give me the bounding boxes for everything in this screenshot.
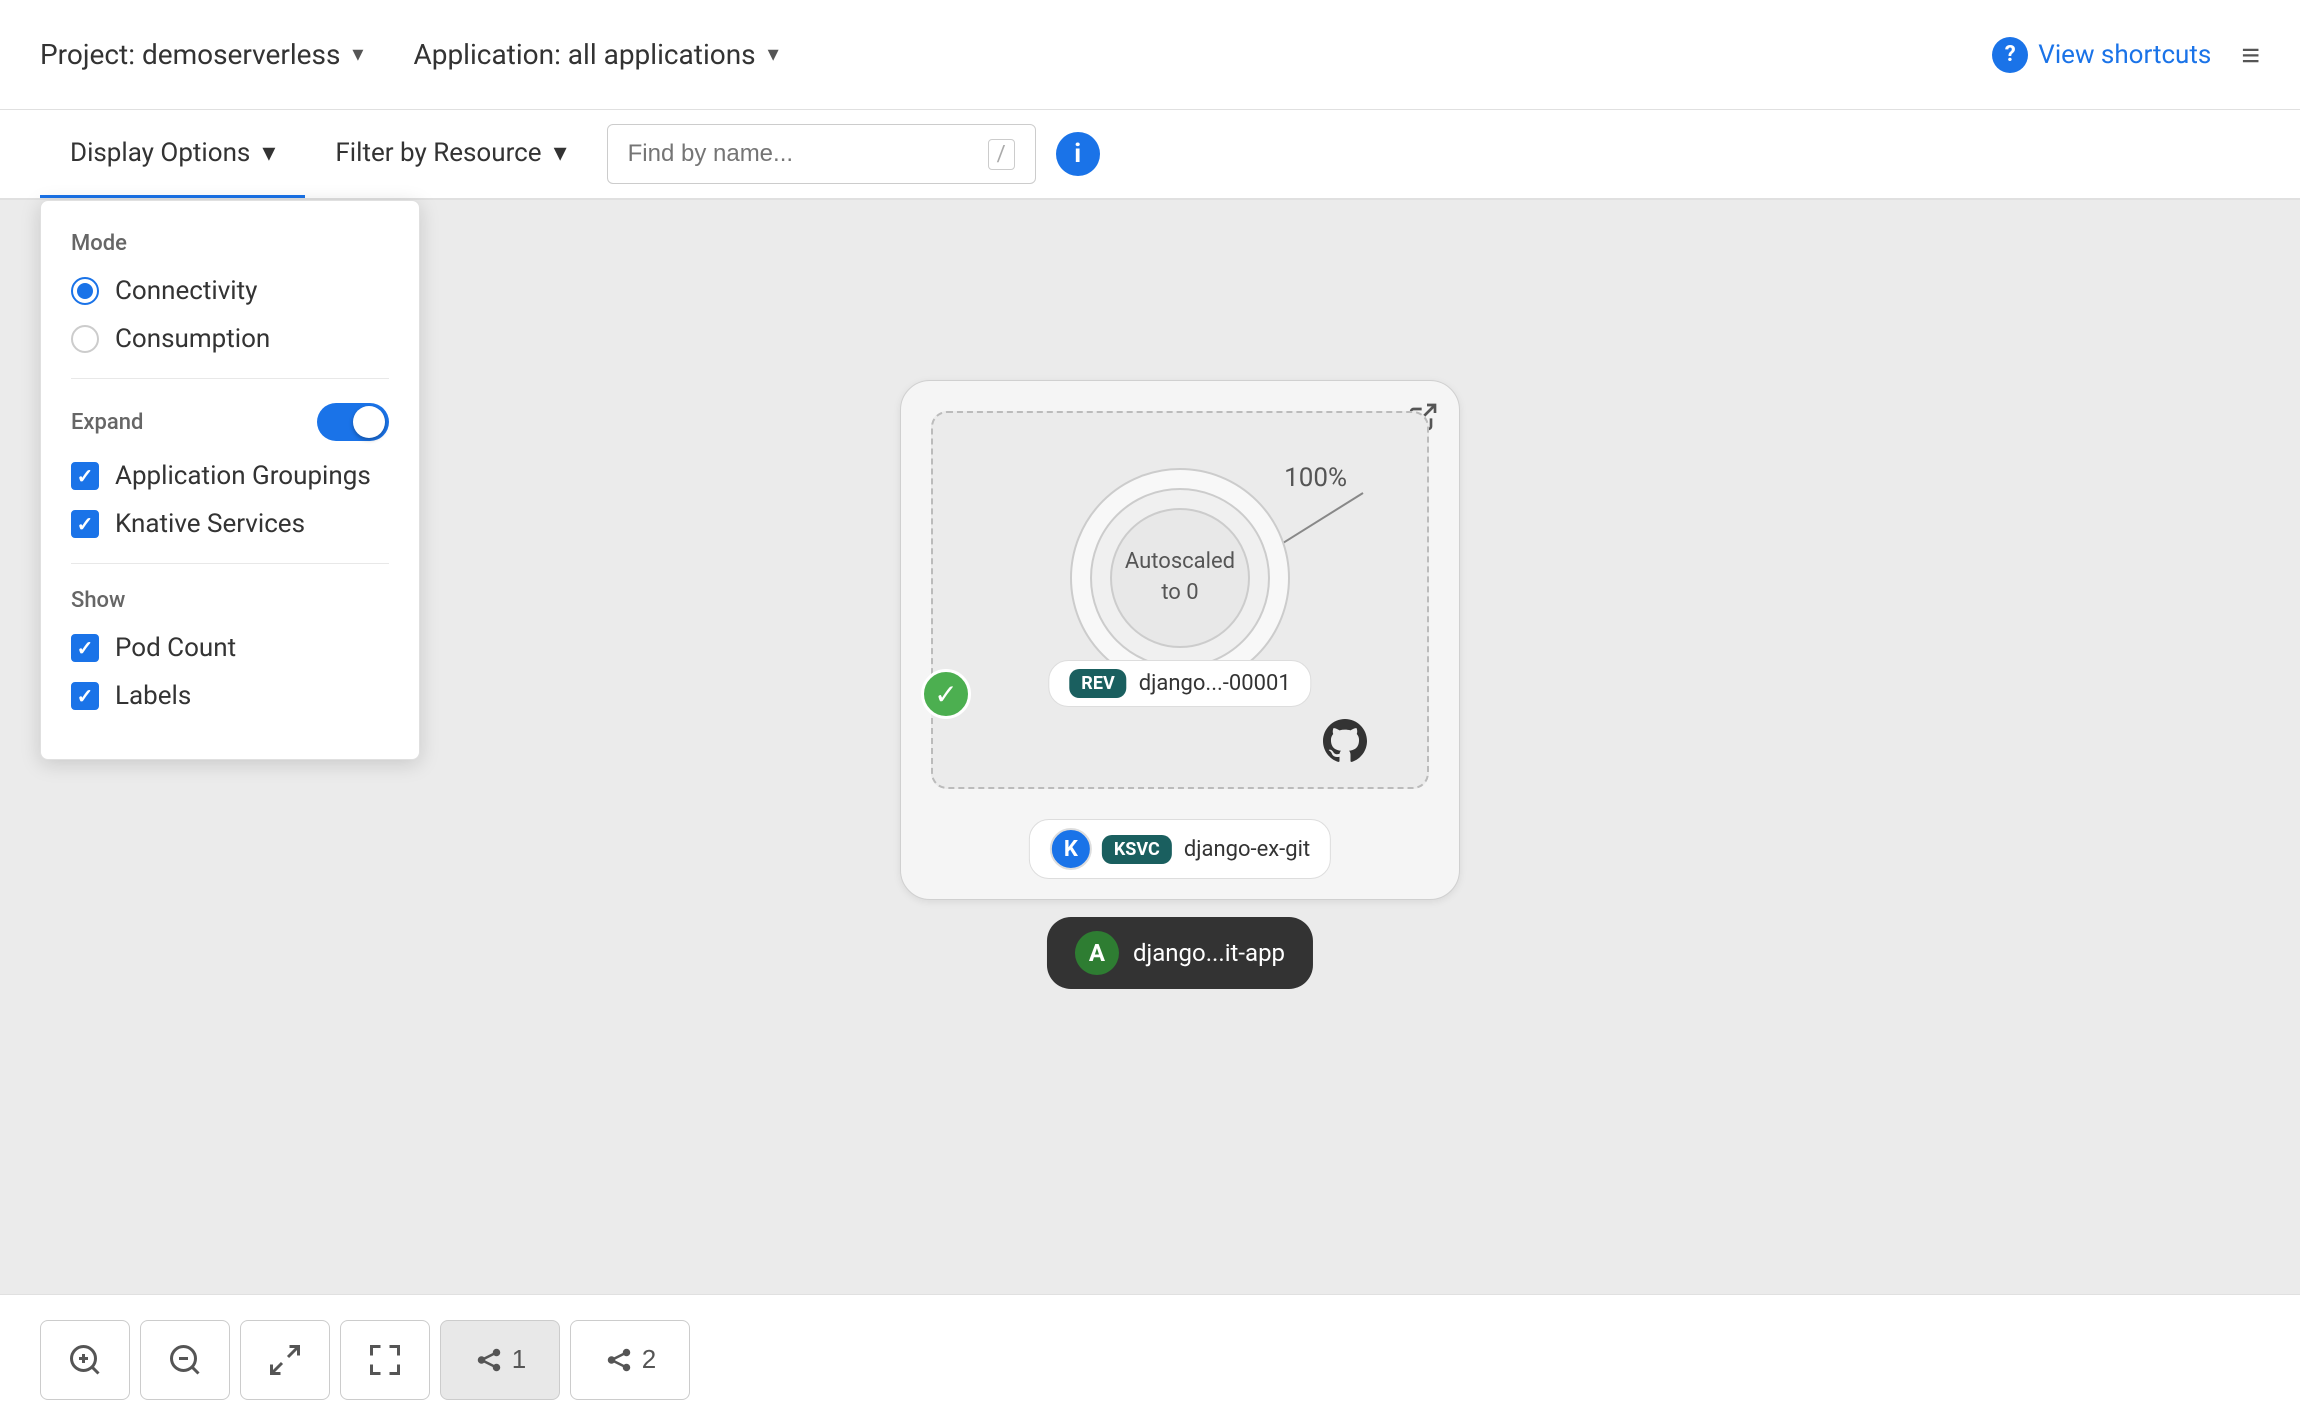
expand-toggle[interactable] (317, 403, 389, 441)
project-selector[interactable]: Project: demoserverless ▾ (40, 38, 363, 71)
search-box: / (607, 124, 1036, 184)
knative-services-label: Knative Services (115, 509, 305, 539)
consumption-radio[interactable]: Consumption (71, 324, 389, 354)
consumption-label: Consumption (115, 324, 270, 354)
display-options-label: Display Options (70, 138, 250, 168)
top-bar: Project: demoserverless ▾ Application: a… (0, 0, 2300, 110)
app-label: Application: all applications (413, 38, 755, 71)
display-options-button[interactable]: Display Options ▾ (40, 110, 305, 198)
inner-dashed-box: 100% (931, 411, 1429, 789)
search-slash-icon: / (988, 139, 1015, 170)
app-name-text: django...it-app (1133, 939, 1285, 967)
app-selector[interactable]: Application: all applications ▾ (413, 38, 778, 71)
info-icon[interactable]: i (1056, 132, 1100, 176)
pod-count-label: Pod Count (115, 633, 236, 663)
ksvc-tag-label: KSVC (1102, 835, 1172, 864)
knative-services-check-icon (71, 510, 99, 538)
app-groupings-checkbox[interactable]: Application Groupings (71, 461, 389, 491)
pod-count-check-icon (71, 634, 99, 662)
ksvc-name-label: django-ex-git (1184, 837, 1310, 862)
help-icon: ? (1992, 37, 2028, 73)
app-label-badge[interactable]: A django...it-app (1047, 917, 1313, 989)
autoscaled-text: Autoscaledto 0 (1125, 547, 1235, 609)
connectivity-radio-icon (71, 277, 99, 305)
toolbar: Display Options ▾ Filter by Resource ▾ /… (0, 110, 2300, 200)
layout-2-button[interactable]: 2 (570, 1320, 690, 1400)
layout-1-label: 1 (512, 1344, 526, 1375)
layout-2-label: 2 (642, 1344, 656, 1375)
ksvc-badge[interactable]: K KSVC django-ex-git (1029, 819, 1331, 879)
circle-outer: Autoscaledto 0 (1070, 468, 1290, 688)
top-bar-right: ? View shortcuts ≡ (1992, 36, 2260, 74)
menu-icon[interactable]: ≡ (2241, 36, 2260, 74)
app-letter-icon: A (1075, 931, 1119, 975)
knative-service-circles[interactable]: Autoscaledto 0 (1070, 468, 1290, 688)
bottom-toolbar: 1 2 (0, 1294, 2300, 1424)
show-section-label: Show (71, 588, 389, 613)
topology-diagram: 100% (900, 380, 1460, 900)
filter-by-resource-label: Filter by Resource (335, 138, 541, 168)
expand-row: Expand (71, 403, 389, 441)
mode-section-label: Mode (71, 231, 389, 256)
view-shortcuts-link[interactable]: ? View shortcuts (1992, 37, 2211, 73)
layout-1-button[interactable]: 1 (440, 1320, 560, 1400)
app-groupings-label: Application Groupings (115, 461, 371, 491)
knative-services-checkbox[interactable]: Knative Services (71, 509, 389, 539)
fit-to-screen-button[interactable] (240, 1320, 330, 1400)
rev-tag-label: REV (1069, 669, 1126, 698)
success-icon: ✓ (921, 669, 971, 719)
consumption-radio-icon (71, 325, 99, 353)
expand-section-label: Expand (71, 410, 143, 435)
rev-badge[interactable]: REV django...-00001 (1048, 660, 1311, 707)
search-input[interactable] (628, 140, 978, 168)
k-badge-icon: K (1050, 828, 1092, 870)
project-label: Project: demoserverless (40, 38, 340, 71)
connectivity-label: Connectivity (115, 276, 257, 306)
dropdown-panel: Mode Connectivity Consumption Expand App… (40, 200, 420, 760)
divider-1 (71, 378, 389, 379)
divider-2 (71, 563, 389, 564)
app-group-box[interactable]: 100% (900, 380, 1460, 900)
app-chevron-icon: ▾ (768, 42, 779, 67)
labels-check-icon (71, 682, 99, 710)
rev-name-label: django...-00001 (1139, 671, 1291, 696)
display-options-chevron-icon: ▾ (262, 138, 275, 168)
zoom-in-button[interactable] (40, 1320, 130, 1400)
toggle-knob (353, 406, 385, 438)
top-bar-left: Project: demoserverless ▾ Application: a… (40, 38, 779, 71)
labels-label: Labels (115, 681, 191, 711)
app-groupings-check-icon (71, 462, 99, 490)
labels-checkbox[interactable]: Labels (71, 681, 389, 711)
circle-mid: Autoscaledto 0 (1090, 488, 1270, 668)
zoom-out-button[interactable] (140, 1320, 230, 1400)
circle-inner: Autoscaledto 0 (1110, 508, 1250, 648)
view-shortcuts-label: View shortcuts (2038, 40, 2211, 70)
project-chevron-icon: ▾ (352, 42, 363, 67)
filter-by-resource-button[interactable]: Filter by Resource ▾ (305, 110, 596, 198)
filter-chevron-icon: ▾ (554, 138, 567, 168)
expand-all-button[interactable] (340, 1320, 430, 1400)
github-icon[interactable] (1323, 719, 1367, 767)
connectivity-radio[interactable]: Connectivity (71, 276, 389, 306)
percent-label: 100% (1284, 463, 1347, 493)
pod-count-checkbox[interactable]: Pod Count (71, 633, 389, 663)
